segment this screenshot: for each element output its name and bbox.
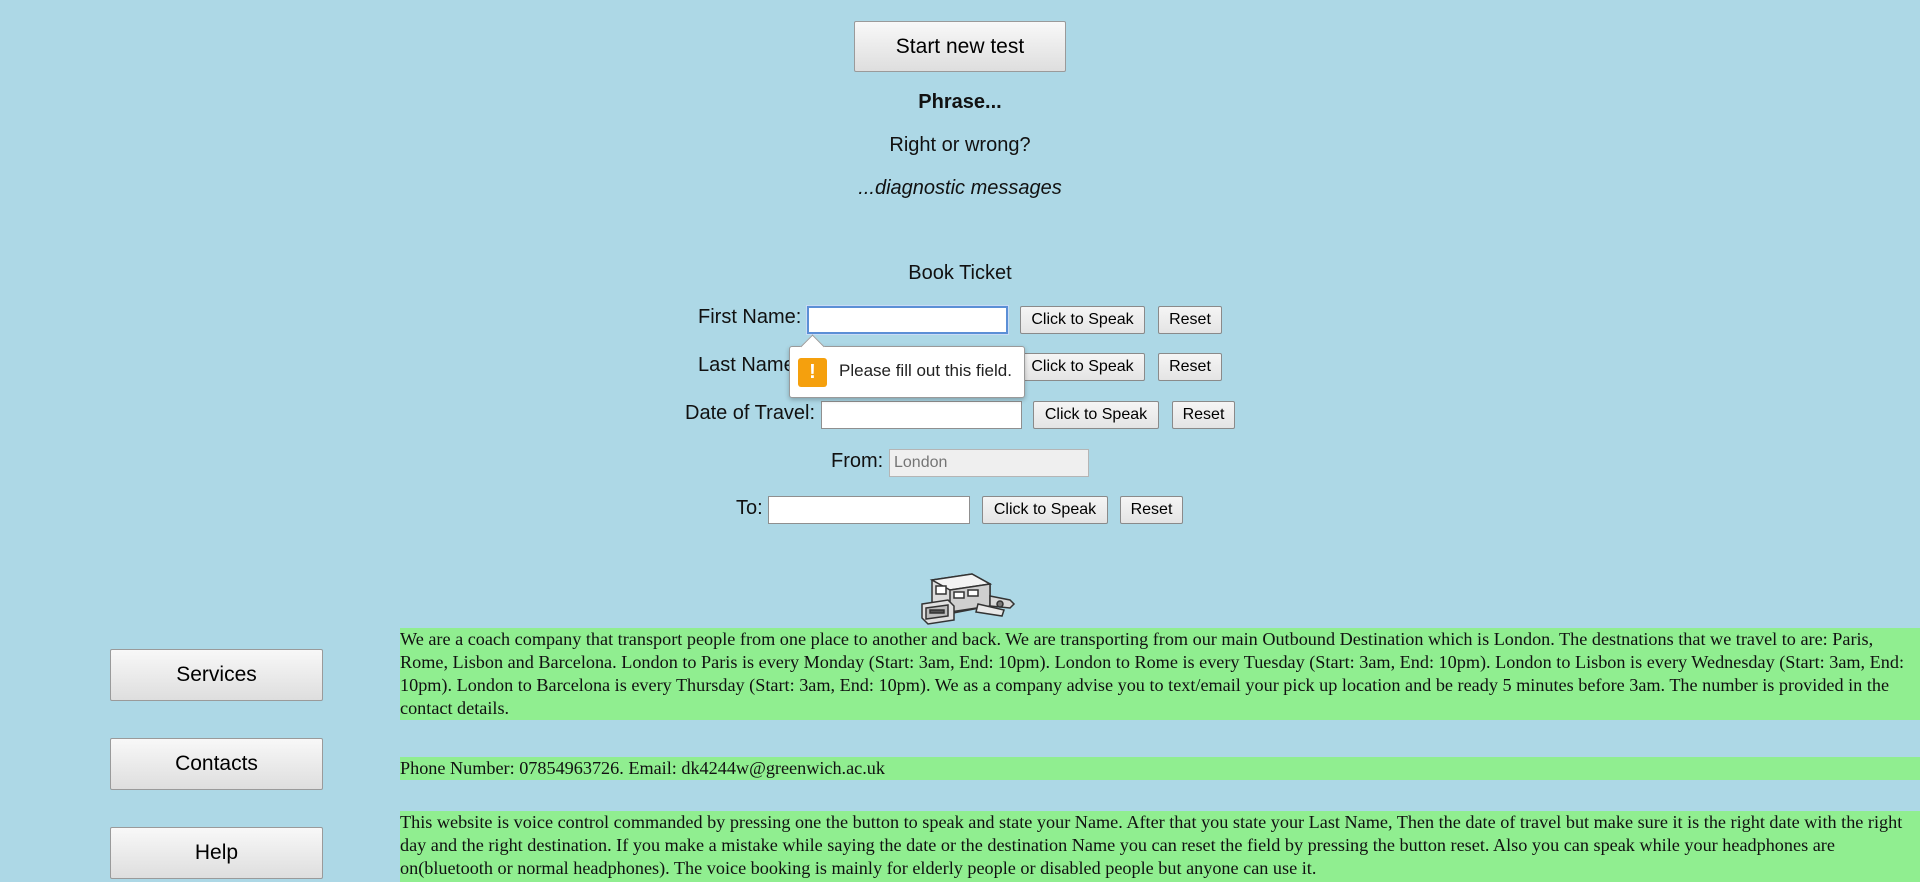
coach-logo-icon: [921, 573, 1016, 625]
contacts-button[interactable]: Contacts: [110, 738, 323, 790]
to-reset-button[interactable]: Reset: [1120, 496, 1183, 524]
date-of-travel-input[interactable]: [821, 401, 1022, 429]
to-speak-button[interactable]: Click to Speak: [982, 496, 1108, 524]
first-name-reset-button[interactable]: Reset: [1158, 306, 1222, 334]
first-name-speak-button[interactable]: Click to Speak: [1020, 306, 1145, 334]
start-new-test-button[interactable]: Start new test: [854, 21, 1066, 72]
right-or-wrong-text: Right or wrong?: [889, 134, 1031, 156]
last-name-label: Last Name:: [698, 354, 801, 376]
tooltip-arrow: [800, 334, 825, 359]
help-paragraph: This website is voice control commanded …: [400, 811, 1920, 882]
about-paragraph: We are a coach company that transport pe…: [400, 628, 1920, 720]
date-of-travel-reset-button[interactable]: Reset: [1172, 401, 1235, 429]
to-label: To:: [736, 497, 763, 519]
page: Start new test Phrase... Right or wrong?…: [0, 0, 1920, 882]
diagnostic-messages-text: ...diagnostic messages: [858, 177, 1062, 199]
to-input[interactable]: [768, 496, 970, 524]
contact-paragraph: Phone Number: 07854963726. Email: dk4244…: [400, 757, 1920, 780]
help-button[interactable]: Help: [110, 827, 323, 879]
last-name-reset-button[interactable]: Reset: [1158, 353, 1222, 381]
date-of-travel-speak-button[interactable]: Click to Speak: [1033, 401, 1159, 429]
first-name-input[interactable]: [807, 306, 1008, 334]
validation-tooltip: ! Please fill out this field.: [789, 334, 1025, 398]
book-ticket-title: Book Ticket: [908, 262, 1012, 284]
services-button[interactable]: Services: [110, 649, 323, 701]
from-input: [889, 449, 1089, 477]
validation-message: Please fill out this field.: [839, 361, 1012, 380]
date-of-travel-label: Date of Travel:: [685, 402, 816, 424]
from-label: From:: [831, 450, 884, 472]
first-name-label: First Name:: [698, 306, 802, 328]
warning-icon: !: [798, 358, 827, 387]
last-name-speak-button[interactable]: Click to Speak: [1020, 353, 1145, 381]
phrase-heading: Phrase...: [918, 91, 1002, 113]
